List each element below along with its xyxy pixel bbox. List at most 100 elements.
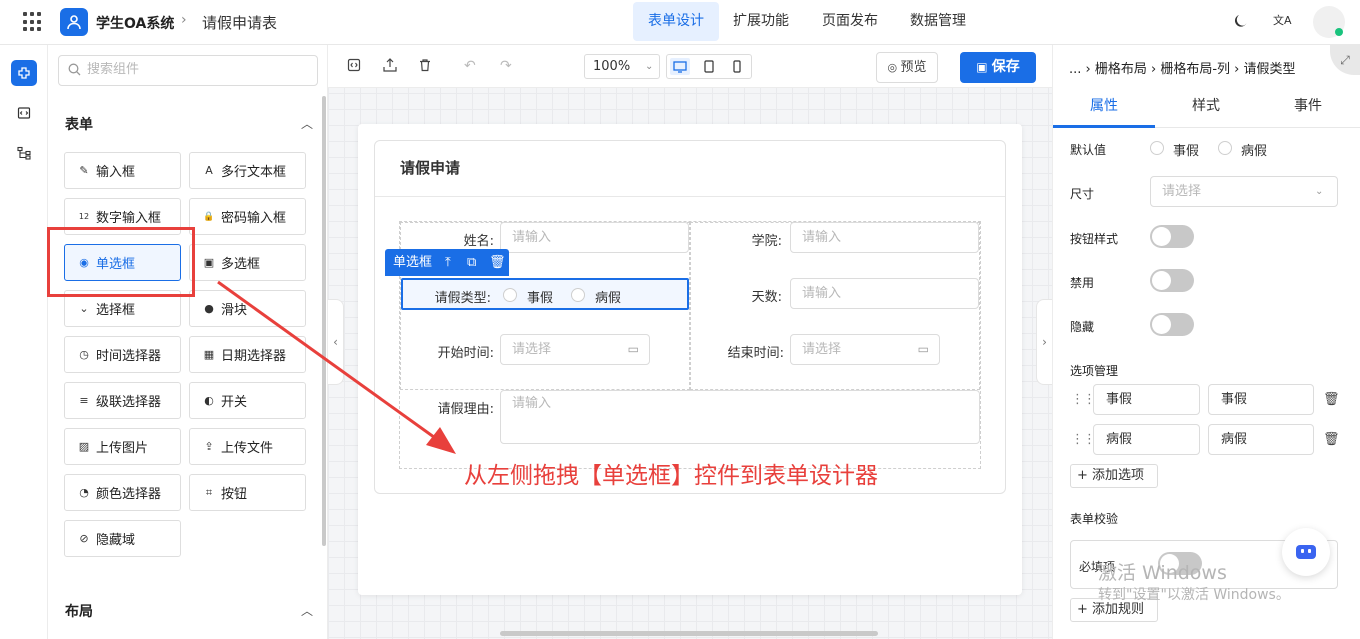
breadcrumb[interactable]: ... › 栅格布局 › 栅格布局-列 › 请假类型 bbox=[1069, 58, 1295, 77]
days-label: 天数: bbox=[751, 290, 782, 305]
calendar-icon: ▭ bbox=[627, 342, 639, 356]
start-time-label: 开始时间: bbox=[437, 346, 494, 361]
chevron-left-icon: ‹ bbox=[333, 335, 338, 349]
default-radio-sick-label: 病假 bbox=[1241, 144, 1268, 159]
undo-icon[interactable]: ↶ bbox=[464, 58, 476, 74]
trash-icon[interactable]: 🗑 bbox=[1323, 432, 1340, 447]
trash-icon[interactable]: 🗑 bbox=[1323, 392, 1340, 407]
zoom-select[interactable]: 100% ⌄ bbox=[584, 54, 660, 79]
switch-icon: ◐ bbox=[204, 394, 214, 407]
button-style-toggle[interactable] bbox=[1150, 225, 1194, 248]
component-search[interactable] bbox=[58, 55, 318, 86]
reason-textarea[interactable]: 请输入 bbox=[500, 390, 980, 444]
clock-icon: ◷ bbox=[79, 348, 89, 361]
nav-tab-publish[interactable]: 页面发布 bbox=[808, 2, 892, 41]
name-input[interactable]: 请输入 bbox=[500, 222, 689, 253]
option-label-input[interactable]: 事假 bbox=[1093, 384, 1200, 415]
hidden-toggle[interactable] bbox=[1150, 313, 1194, 336]
preview-button[interactable]: ◎ 预览 bbox=[876, 52, 938, 83]
eye-icon: ◎ bbox=[887, 61, 901, 74]
radio-personal-label: 事假 bbox=[527, 291, 554, 306]
lock-icon: 🔒 bbox=[203, 211, 215, 222]
form-sheet: 请假申请 姓名: 请输入 学院: 请输入 单选框 ⤒ ⧉ 🗑 请假类型: 事假 … bbox=[358, 124, 1022, 595]
form-title[interactable]: 请假申请 bbox=[400, 157, 460, 178]
size-select[interactable]: 请选择 ⌄ bbox=[1150, 176, 1338, 207]
save-button[interactable]: ▣ 保存 bbox=[960, 52, 1036, 83]
design-canvas: ↶ ↷ 100% ⌄ ◎ 预览 ▣ 保存 ‹ › 请假申请 姓名: 请输入 学院… bbox=[328, 45, 1052, 639]
end-time-picker[interactable]: 请选择 ▭ bbox=[790, 334, 940, 365]
radio-personal[interactable] bbox=[503, 288, 517, 302]
comp-hidden-field[interactable]: ⊘ 隐藏域 bbox=[64, 520, 181, 557]
reason-label: 请假理由: bbox=[437, 402, 494, 417]
comp-checkbox[interactable]: ▣ 多选框 bbox=[189, 244, 306, 281]
comp-password[interactable]: 🔒 密码输入框 bbox=[189, 198, 306, 235]
comp-textarea[interactable]: A 多行文本框 bbox=[189, 152, 306, 189]
eye-off-icon: ⊘ bbox=[79, 532, 89, 545]
tab-events[interactable]: 事件 bbox=[1257, 88, 1359, 128]
search-input[interactable] bbox=[87, 62, 307, 77]
panel-scrollbar[interactable] bbox=[322, 96, 326, 546]
trash-icon[interactable] bbox=[418, 58, 432, 76]
components-icon[interactable] bbox=[11, 60, 37, 86]
default-radio-personal[interactable] bbox=[1150, 141, 1164, 155]
comp-slider[interactable]: ● 滑块 bbox=[189, 290, 306, 327]
chevron-up-icon[interactable]: ︿ bbox=[301, 602, 313, 619]
comp-upload-image[interactable]: ▨ 上传图片 bbox=[64, 428, 181, 465]
nav-tab-extensions[interactable]: 扩展功能 bbox=[719, 2, 803, 41]
top-bar: 学生OA系统 › 请假申请表 表单设计 扩展功能 页面发布 数据管理 文A bbox=[0, 0, 1360, 45]
chevron-right-icon: › bbox=[181, 12, 187, 28]
college-label: 学院: bbox=[751, 234, 782, 249]
upload-icon: ⇪ bbox=[204, 440, 214, 453]
comp-cascader[interactable]: ≡ 级联选择器 bbox=[64, 382, 181, 419]
mobile-icon[interactable] bbox=[727, 58, 747, 75]
comp-input[interactable]: ✎ 输入框 bbox=[64, 152, 181, 189]
drag-handle-icon[interactable]: ⋮⋮ bbox=[1071, 432, 1096, 447]
app-grid-icon[interactable] bbox=[23, 12, 43, 32]
option-value-input[interactable]: 病假 bbox=[1208, 424, 1314, 455]
chat-bot-button[interactable] bbox=[1282, 528, 1330, 576]
copy-icon[interactable]: ⧉ bbox=[467, 249, 476, 276]
code-view-icon[interactable] bbox=[347, 58, 361, 76]
tablet-icon[interactable] bbox=[699, 58, 719, 75]
move-up-icon[interactable]: ⤒ bbox=[445, 249, 451, 276]
option-value-input[interactable]: 事假 bbox=[1208, 384, 1314, 415]
component-panel: 表单 ︿ ✎输入框 A多行文本框 12数字输入框 🔒密码输入框 ◉单选框 ▣多选… bbox=[48, 45, 328, 639]
canvas-horizontal-scrollbar[interactable] bbox=[500, 631, 878, 636]
comp-date-picker[interactable]: ▦ 日期选择器 bbox=[189, 336, 306, 373]
collapse-left-button[interactable]: ‹ bbox=[328, 299, 344, 385]
nav-tab-form-design[interactable]: 表单设计 bbox=[633, 2, 719, 41]
comp-upload-file[interactable]: ⇪ 上传文件 bbox=[189, 428, 306, 465]
tab-styles[interactable]: 样式 bbox=[1155, 88, 1257, 128]
comp-switch[interactable]: ◐ 开关 bbox=[189, 382, 306, 419]
leave-type-field[interactable]: 请假类型: 事假 病假 bbox=[401, 278, 689, 310]
comp-button[interactable]: ⌗ 按钮 bbox=[189, 474, 306, 511]
language-icon[interactable]: 文A bbox=[1273, 12, 1292, 28]
option-label-input[interactable]: 病假 bbox=[1093, 424, 1200, 455]
nav-tab-data[interactable]: 数据管理 bbox=[896, 2, 980, 41]
tree-structure-icon[interactable] bbox=[11, 140, 37, 166]
code-icon[interactable] bbox=[11, 100, 37, 126]
comp-color-picker[interactable]: ◔ 颜色选择器 bbox=[64, 474, 181, 511]
tab-attributes[interactable]: 属性 bbox=[1053, 88, 1155, 128]
desktop-icon[interactable] bbox=[670, 58, 690, 75]
add-option-button[interactable]: + 添加选项 bbox=[1070, 464, 1158, 488]
form-section-title[interactable]: 表单 bbox=[65, 114, 93, 134]
layout-section-title[interactable]: 布局 bbox=[65, 601, 93, 621]
size-label: 尺寸 bbox=[1070, 187, 1095, 201]
disabled-toggle[interactable] bbox=[1150, 269, 1194, 292]
annotation-text: 从左侧拖拽【单选框】控件到表单设计器 bbox=[464, 463, 878, 489]
drag-handle-icon[interactable]: ⋮⋮ bbox=[1071, 392, 1096, 407]
default-radio-sick[interactable] bbox=[1218, 141, 1232, 155]
days-input[interactable]: 请输入 bbox=[790, 278, 979, 309]
trash-icon[interactable]: 🗑 bbox=[489, 249, 506, 276]
export-icon[interactable] bbox=[382, 58, 398, 76]
collapse-right-button[interactable]: › bbox=[1036, 299, 1052, 385]
chevron-up-icon[interactable]: ︿ bbox=[301, 115, 313, 132]
radio-sick[interactable] bbox=[571, 288, 585, 302]
college-input[interactable]: 请输入 bbox=[790, 222, 979, 253]
windows-watermark-sub: 转到"设置"以激活 Windows。 bbox=[1098, 587, 1290, 603]
comp-time-picker[interactable]: ◷ 时间选择器 bbox=[64, 336, 181, 373]
start-time-picker[interactable]: 请选择 ▭ bbox=[500, 334, 650, 365]
redo-icon[interactable]: ↷ bbox=[500, 58, 512, 74]
dark-mode-icon[interactable] bbox=[1233, 13, 1249, 33]
